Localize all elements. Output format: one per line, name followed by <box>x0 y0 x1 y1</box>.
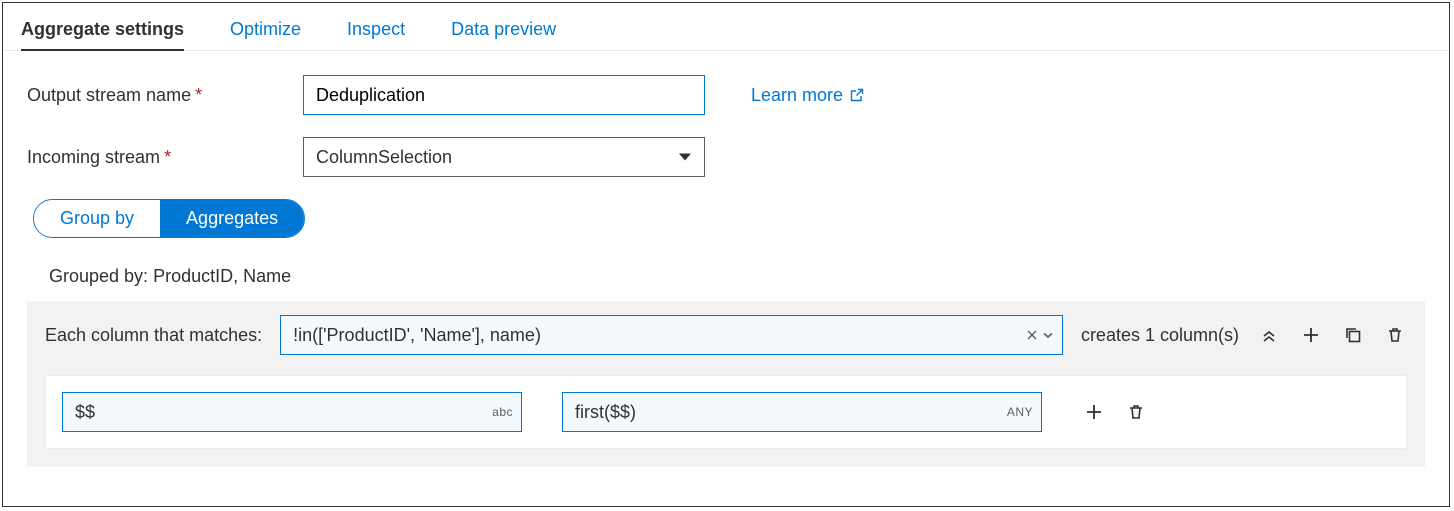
required-asterisk: * <box>164 147 171 167</box>
aggregate-row: $$ abc first($$) ANY <box>45 375 1407 449</box>
output-stream-label: Output stream name* <box>27 85 303 106</box>
output-stream-input[interactable] <box>303 75 705 115</box>
match-expression-text: !in(['ProductID', 'Name'], name) <box>293 325 541 346</box>
toggle-group-by[interactable]: Group by <box>34 200 160 237</box>
column-name-expression-text: $$ <box>75 402 95 423</box>
output-stream-label-text: Output stream name <box>27 85 191 105</box>
learn-more-text: Learn more <box>751 85 843 106</box>
creates-columns-text: creates 1 column(s) <box>1081 325 1239 346</box>
form-area: Output stream name* Learn more Incoming … <box>3 51 1449 467</box>
column-value-expression-text: first($$) <box>575 402 636 423</box>
column-name-expression[interactable]: $$ abc <box>62 392 522 432</box>
tab-aggregate-settings[interactable]: Aggregate settings <box>21 9 184 50</box>
add-pattern-button[interactable] <box>1299 323 1323 347</box>
column-value-expression[interactable]: first($$) ANY <box>562 392 1042 432</box>
expression-controls <box>1026 329 1054 341</box>
chevron-down-icon[interactable] <box>1042 329 1054 341</box>
toggle-aggregates[interactable]: Aggregates <box>160 200 304 237</box>
incoming-stream-label-text: Incoming stream <box>27 147 160 167</box>
name-type-badge: abc <box>492 405 513 419</box>
external-link-icon <box>849 87 865 103</box>
grouped-by-summary: Grouped by: ProductID, Name <box>49 266 1425 287</box>
copy-pattern-button[interactable] <box>1341 323 1365 347</box>
row-actions <box>1082 400 1148 424</box>
tab-inspect[interactable]: Inspect <box>347 9 405 50</box>
incoming-stream-select[interactable]: ColumnSelection <box>303 137 705 177</box>
clear-icon[interactable] <box>1026 329 1038 341</box>
delete-row-button[interactable] <box>1124 400 1148 424</box>
match-expression-input[interactable]: !in(['ProductID', 'Name'], name) <box>280 315 1063 355</box>
output-stream-row: Output stream name* Learn more <box>27 75 1425 115</box>
settings-tabs: Aggregate settings Optimize Inspect Data… <box>3 3 1449 51</box>
column-pattern-block: Each column that matches: !in(['ProductI… <box>27 301 1425 467</box>
chevron-down-icon <box>679 154 691 161</box>
column-pattern-label: Each column that matches: <box>45 325 262 346</box>
delete-pattern-button[interactable] <box>1383 323 1407 347</box>
tab-optimize[interactable]: Optimize <box>230 9 301 50</box>
required-asterisk: * <box>195 85 202 105</box>
value-type-badge: ANY <box>1007 405 1033 419</box>
incoming-stream-value: ColumnSelection <box>316 147 452 168</box>
column-pattern-header: Each column that matches: !in(['ProductI… <box>45 315 1407 355</box>
groupby-aggregates-toggle: Group by Aggregates <box>33 199 305 238</box>
add-row-button[interactable] <box>1082 400 1106 424</box>
learn-more-link[interactable]: Learn more <box>751 85 865 106</box>
incoming-stream-label: Incoming stream* <box>27 147 303 168</box>
collapse-icon[interactable] <box>1257 323 1281 347</box>
aggregate-settings-panel: Aggregate settings Optimize Inspect Data… <box>2 2 1450 507</box>
tab-data-preview[interactable]: Data preview <box>451 9 556 50</box>
incoming-stream-row: Incoming stream* ColumnSelection <box>27 137 1425 177</box>
